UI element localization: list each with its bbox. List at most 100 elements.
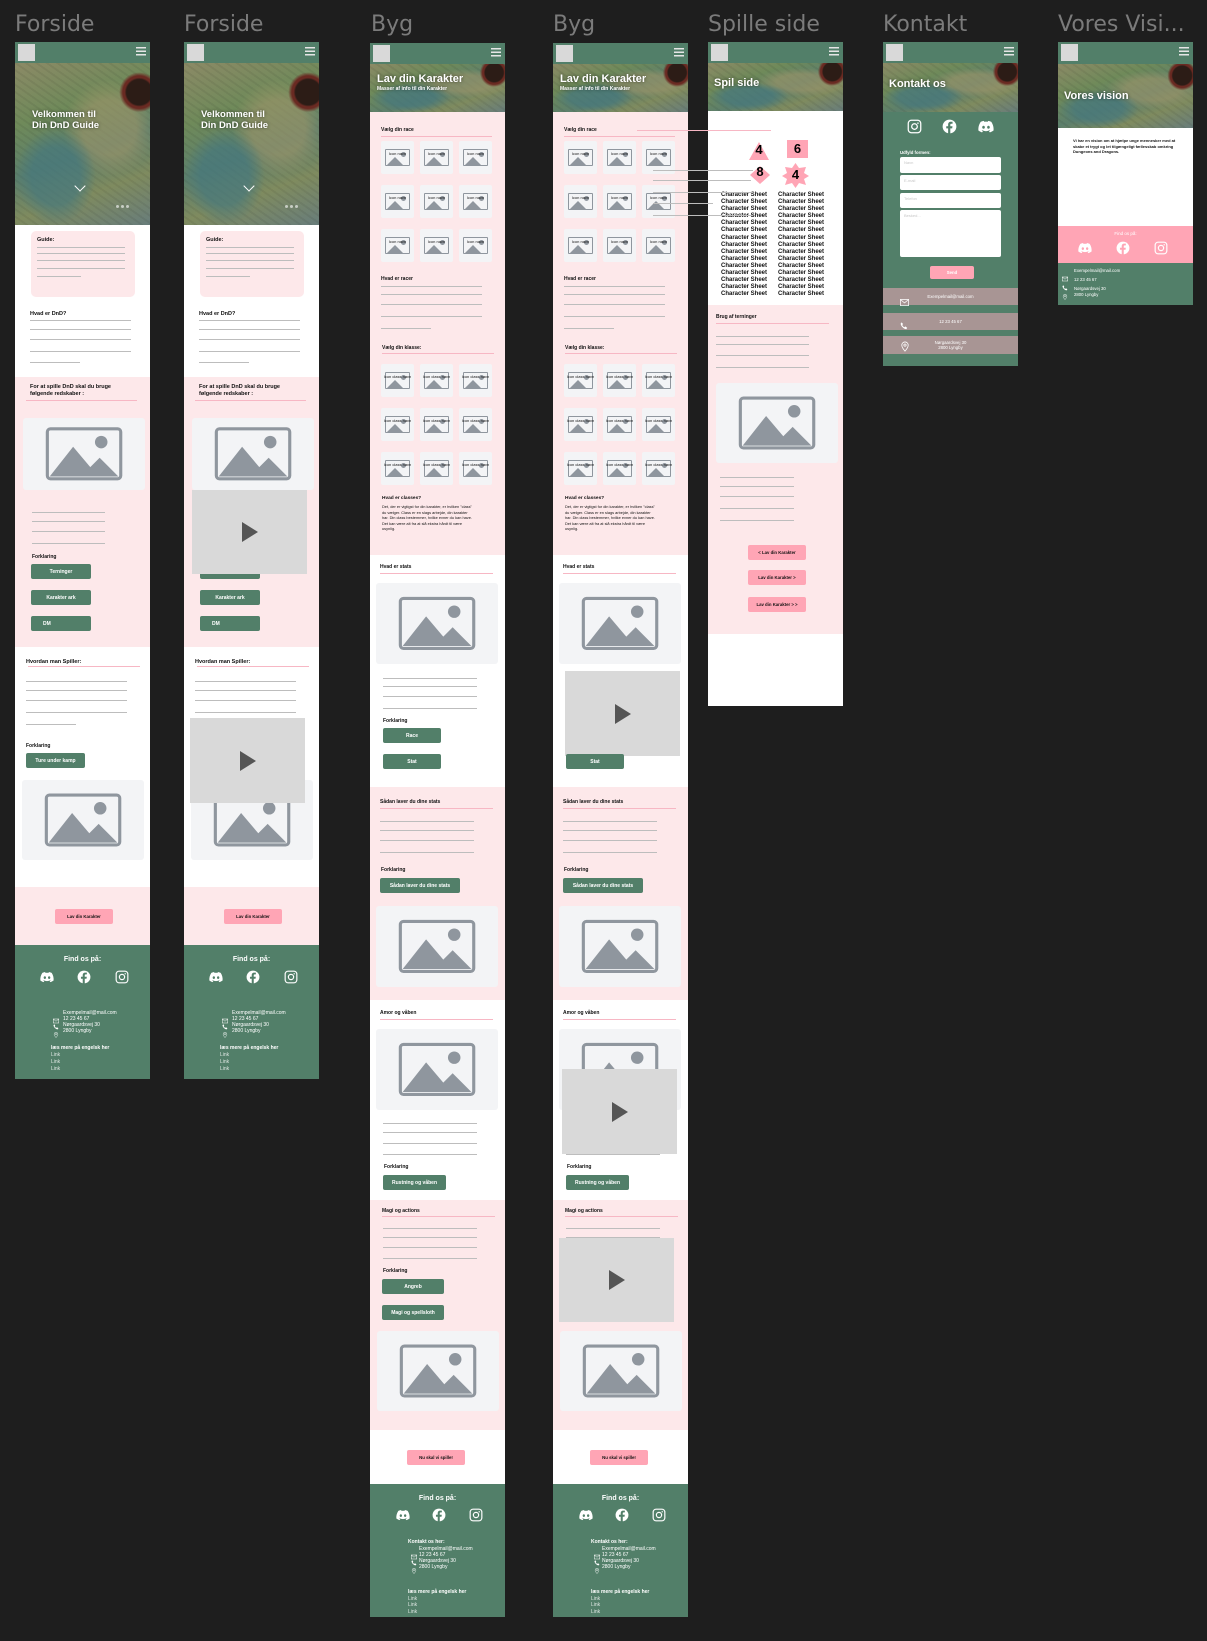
- selection-tile[interactable]: Icon class navn: [420, 364, 453, 397]
- make-stats-button[interactable]: Sådan laver du dine stats: [563, 878, 643, 893]
- stat-button[interactable]: Stat: [566, 754, 624, 769]
- footer-link[interactable]: Link: [591, 1609, 600, 1615]
- selection-tile[interactable]: Icon navn: [381, 229, 414, 262]
- carousel-dot[interactable]: [295, 205, 298, 208]
- video-player-placeholder[interactable]: [192, 490, 307, 574]
- race-button[interactable]: Race: [383, 728, 441, 743]
- logo-placeholder[interactable]: [1061, 44, 1078, 61]
- selection-tile[interactable]: Icon class navn: [564, 364, 597, 397]
- stat-button[interactable]: Stat: [383, 754, 441, 769]
- selection-tile[interactable]: Icon navn: [564, 229, 597, 262]
- selection-tile[interactable]: Icon navn: [603, 141, 636, 174]
- hamburger-menu-icon[interactable]: [829, 47, 839, 56]
- selection-tile[interactable]: Icon class navn: [642, 452, 675, 485]
- selection-tile[interactable]: Icon navn: [642, 229, 675, 262]
- frame-title-vision[interactable]: Vores Visi...: [1058, 12, 1185, 37]
- hamburger-menu-icon[interactable]: [136, 47, 146, 56]
- hamburger-menu-icon[interactable]: [1004, 47, 1014, 56]
- turns-in-combat-button[interactable]: Ture under kamp: [26, 753, 85, 768]
- selection-tile[interactable]: Icon navn: [564, 185, 597, 218]
- selection-tile[interactable]: Icon navn: [603, 229, 636, 262]
- instagram-icon[interactable]: [907, 119, 922, 134]
- selection-tile[interactable]: Icon navn: [381, 141, 414, 174]
- dm-button[interactable]: DM: [31, 616, 91, 631]
- footer-link[interactable]: Link: [220, 1059, 229, 1065]
- footer-link[interactable]: Link: [408, 1609, 417, 1615]
- selection-tile[interactable]: Icon class navn: [420, 452, 453, 485]
- hamburger-menu-icon[interactable]: [305, 47, 315, 56]
- frame-title-byg[interactable]: Byg: [371, 12, 413, 37]
- back-to-character-button[interactable]: < Lav din Karakter: [748, 545, 806, 560]
- d6-die[interactable]: 6: [787, 140, 808, 158]
- make-character-button[interactable]: Lav din Karakter: [55, 909, 113, 924]
- instagram-icon[interactable]: [1154, 241, 1168, 255]
- footer-link[interactable]: Link: [591, 1602, 600, 1608]
- footer-link[interactable]: Link: [51, 1052, 60, 1058]
- carousel-dot[interactable]: [121, 205, 124, 208]
- selection-tile[interactable]: Icon navn: [420, 141, 453, 174]
- lets-play-button[interactable]: Nu skal vi spille!: [407, 1450, 465, 1465]
- footer-phone[interactable]: 12 23 45 67: [1074, 277, 1097, 282]
- facebook-icon[interactable]: [615, 1508, 629, 1522]
- character-next-button[interactable]: Lav din Karakter >: [748, 570, 806, 585]
- selection-tile[interactable]: Icon class navn: [603, 408, 636, 441]
- footer-email[interactable]: Exempelmail@mail.com: [1074, 268, 1120, 273]
- frame-title-kontakt[interactable]: Kontakt: [883, 12, 967, 37]
- character-skip-button[interactable]: Lav din Karakter > >: [748, 597, 806, 612]
- send-button[interactable]: Send: [930, 266, 974, 279]
- footer-link[interactable]: Link: [220, 1052, 229, 1058]
- instagram-icon[interactable]: [469, 1508, 483, 1522]
- discord-icon[interactable]: [1078, 241, 1092, 255]
- armor-weapons-button[interactable]: Rustning og våben: [383, 1175, 446, 1190]
- carousel-dot[interactable]: [116, 205, 119, 208]
- video-player-placeholder[interactable]: [559, 1238, 674, 1322]
- video-player-placeholder[interactable]: [562, 1069, 677, 1154]
- carousel-dot[interactable]: [290, 205, 293, 208]
- selection-tile[interactable]: Icon navn: [420, 229, 453, 262]
- hamburger-menu-icon[interactable]: [491, 48, 501, 57]
- armor-weapons-button[interactable]: Rustning og våben: [566, 1175, 629, 1190]
- frame-title-forside[interactable]: Forside: [15, 12, 94, 37]
- carousel-dot[interactable]: [285, 205, 288, 208]
- logo-placeholder[interactable]: [373, 45, 390, 62]
- selection-tile[interactable]: Icon class navn: [420, 408, 453, 441]
- discord-icon[interactable]: [396, 1508, 410, 1522]
- selection-tile[interactable]: Icon class navn: [381, 364, 414, 397]
- logo-placeholder[interactable]: [18, 44, 35, 61]
- email-input[interactable]: E-mail: [900, 175, 1001, 190]
- magic-spellslot-button[interactable]: Magi og spellsloth: [382, 1305, 444, 1320]
- selection-tile[interactable]: Icon class navn: [564, 452, 597, 485]
- instagram-icon[interactable]: [284, 970, 298, 984]
- hamburger-menu-icon[interactable]: [674, 48, 684, 57]
- selection-tile[interactable]: Icon class navn: [603, 364, 636, 397]
- facebook-icon[interactable]: [1116, 241, 1130, 255]
- footer-link[interactable]: Link: [220, 1066, 229, 1072]
- logo-placeholder[interactable]: [556, 45, 573, 62]
- logo-placeholder[interactable]: [711, 44, 728, 61]
- footer-link[interactable]: Link: [51, 1059, 60, 1065]
- facebook-icon[interactable]: [77, 970, 91, 984]
- character-sheet-column-2[interactable]: Character Sheet Character Sheet Character …: [778, 192, 824, 298]
- hamburger-menu-icon[interactable]: [1179, 47, 1189, 56]
- selection-tile[interactable]: Icon navn: [564, 141, 597, 174]
- selection-tile[interactable]: Icon navn: [459, 185, 492, 218]
- character-sheet-column-1[interactable]: Character Sheet Character Sheet Character …: [721, 192, 767, 298]
- selection-tile[interactable]: Icon navn: [420, 185, 453, 218]
- dice-button[interactable]: Terninger: [31, 564, 91, 579]
- selection-tile[interactable]: Icon class navn: [603, 452, 636, 485]
- footer-link[interactable]: Link: [51, 1066, 60, 1072]
- selection-tile[interactable]: Icon class navn: [459, 452, 492, 485]
- carousel-dot[interactable]: [126, 205, 129, 208]
- facebook-icon[interactable]: [942, 119, 957, 134]
- selection-tile[interactable]: Icon navn: [381, 185, 414, 218]
- character-sheet-button[interactable]: Karakter ark: [31, 590, 91, 605]
- character-sheet-button[interactable]: Karakter ark: [200, 590, 260, 605]
- selection-tile[interactable]: Icon class navn: [642, 364, 675, 397]
- discord-icon[interactable]: [40, 970, 54, 984]
- instagram-icon[interactable]: [115, 970, 129, 984]
- selection-tile[interactable]: Icon class navn: [381, 408, 414, 441]
- discord-icon[interactable]: [978, 119, 994, 134]
- selection-tile[interactable]: Icon class navn: [642, 408, 675, 441]
- attack-button[interactable]: Angreb: [382, 1279, 444, 1294]
- selection-tile[interactable]: Icon navn: [642, 185, 675, 218]
